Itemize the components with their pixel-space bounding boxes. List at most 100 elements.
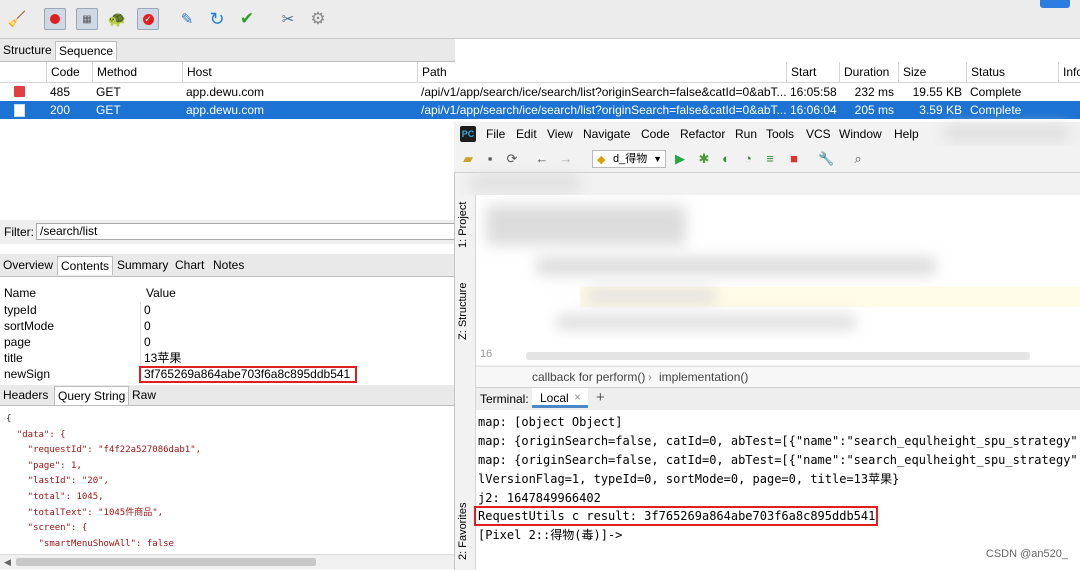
sequence-header: Code Method Host Path Start Duration Siz…	[0, 62, 1080, 83]
editor-scrollbar[interactable]	[526, 352, 1030, 360]
refresh-icon[interactable]: ↻	[206, 8, 228, 30]
forward-icon[interactable]: →	[558, 151, 574, 166]
col-path[interactable]: Path	[417, 62, 786, 82]
cell-start: 16:06:04	[790, 103, 837, 117]
menu-view[interactable]: View	[547, 127, 573, 141]
save-icon[interactable]: ▪	[482, 151, 498, 166]
profile-icon[interactable]: ◔	[740, 151, 756, 166]
menu-navigate[interactable]: Navigate	[583, 127, 630, 141]
menu-file[interactable]: File	[486, 127, 505, 141]
col-info[interactable]: Info	[1058, 62, 1080, 82]
menu-edit[interactable]: Edit	[516, 127, 537, 141]
header-name[interactable]: Name	[4, 284, 36, 302]
tab-raw[interactable]: Raw	[129, 386, 159, 404]
run-icon[interactable]: ▶	[672, 151, 688, 167]
add-terminal-icon[interactable]: +	[596, 389, 605, 406]
cell-code: 200	[50, 103, 71, 117]
cell-method: GET	[96, 103, 121, 117]
table-row[interactable]: typeId 0	[0, 302, 455, 318]
menu-run[interactable]: Run	[735, 127, 757, 141]
menu-vcs[interactable]: VCS	[806, 127, 831, 141]
wrench-icon[interactable]: 🔧	[818, 151, 834, 167]
menu-window[interactable]: Window	[839, 127, 882, 141]
breadcrumb-item[interactable]: implementation()	[659, 370, 748, 384]
broom-icon[interactable]: 🧹	[6, 8, 28, 30]
menu-refactor[interactable]: Refactor	[680, 127, 725, 141]
terminal-label: Terminal:	[480, 392, 529, 406]
terminal-line: map: [object Object]	[478, 415, 623, 429]
terminal-tab-label: Local	[540, 391, 569, 405]
param-name: typeId	[4, 303, 37, 317]
coverage-icon[interactable]: ◐	[718, 151, 734, 166]
throttle-icon[interactable]: ▦	[76, 8, 98, 30]
code-editor[interactable]: 16	[476, 195, 1080, 365]
ide-toolbar: ▰ ▪ ⟳ ← → ▶ ✱ ◐ ◔ ≡ ■ 🔧 ⌕	[454, 146, 1080, 173]
back-icon[interactable]: ←	[534, 151, 550, 166]
tab-chart[interactable]: Chart	[172, 256, 207, 274]
highlight-box	[139, 366, 357, 383]
menu-tools[interactable]: Tools	[766, 127, 794, 141]
table-row[interactable]: sortMode 0	[0, 318, 455, 334]
header-value[interactable]: Value	[146, 284, 176, 302]
debug-icon[interactable]: ✱	[696, 151, 712, 167]
check-icon[interactable]: ✔	[236, 8, 258, 30]
col-start[interactable]: Start	[786, 62, 839, 82]
project-tool-tab[interactable]: 1: Project	[457, 202, 469, 248]
cell-start: 16:05:58	[790, 85, 837, 99]
tab-query-string[interactable]: Query String	[54, 386, 130, 405]
stop-icon[interactable]: ■	[786, 151, 802, 166]
col-size[interactable]: Size	[898, 62, 966, 82]
json-line: "lastId": "20",	[6, 476, 109, 487]
concurrency-icon[interactable]: ≡	[762, 151, 778, 166]
tab-contents[interactable]: Contents	[57, 256, 114, 275]
tab-summary[interactable]: Summary	[114, 256, 171, 274]
filter-input[interactable]: /search/list	[36, 223, 456, 240]
tab-notes[interactable]: Notes	[210, 256, 247, 274]
col-status[interactable]: Status	[966, 62, 1058, 82]
sync-icon[interactable]: ⟳	[504, 151, 520, 167]
cell-status: Complete	[970, 85, 1022, 99]
table-row[interactable]: title 13苹果	[0, 350, 455, 366]
json-line: {	[6, 414, 12, 424]
table-row[interactable]: page 0	[0, 334, 455, 350]
turtle-icon[interactable]: 🐢	[106, 8, 128, 30]
tab-sequence[interactable]: Sequence	[55, 41, 118, 60]
run-config-select[interactable]: ◆ d_得物 ▼	[592, 150, 666, 168]
col-duration[interactable]: Duration	[839, 62, 898, 82]
col-host[interactable]: Host	[182, 62, 417, 82]
favorites-tool-tab[interactable]: 2: Favorites	[457, 503, 469, 560]
tools-icon[interactable]: ✂	[277, 8, 299, 30]
json-line: "data": {	[6, 429, 66, 440]
search-icon[interactable]: ⌕	[850, 151, 866, 167]
breadcrumb-item[interactable]: callback for perform()	[532, 370, 645, 384]
menu-code[interactable]: Code	[641, 127, 670, 141]
blurred-code	[556, 315, 856, 329]
settings-icon[interactable]: ⚙	[307, 8, 329, 30]
open-folder-icon[interactable]: ▰	[460, 151, 476, 167]
blurred-code	[486, 205, 686, 245]
record-icon[interactable]	[44, 8, 66, 30]
cell-duration: 232 ms	[854, 85, 894, 99]
col-code[interactable]: Code	[46, 62, 92, 82]
scroll-left-icon[interactable]: ◀	[4, 557, 11, 568]
breakpoint-icon[interactable]: ✓	[137, 8, 159, 30]
menu-help[interactable]: Help	[894, 127, 919, 141]
close-icon[interactable]: ×	[574, 390, 581, 404]
tab-structure[interactable]: Structure	[0, 41, 55, 59]
scroll-thumb[interactable]	[16, 558, 316, 566]
col-method[interactable]: Method	[92, 62, 182, 82]
pen-icon[interactable]: ✎	[176, 8, 198, 30]
tab-overview[interactable]: Overview	[0, 256, 56, 274]
terminal-tabbar: Terminal: Local × +	[476, 387, 1080, 411]
table-row[interactable]: 200 GET app.dewu.com /api/v1/app/search/…	[0, 101, 1080, 119]
terminal-output[interactable]: map: [object Object] map: {originSearch=…	[476, 410, 1080, 570]
param-name: sortMode	[4, 319, 55, 333]
tab-headers[interactable]: Headers	[0, 386, 51, 404]
structure-tool-tab[interactable]: Z: Structure	[457, 283, 469, 340]
terminal-tab-local[interactable]: Local ×	[532, 388, 588, 408]
horizontal-scrollbar[interactable]: ◀	[0, 554, 455, 569]
filter-label: Filter:	[4, 225, 34, 239]
blurred-tabs	[470, 176, 580, 190]
table-row[interactable]: 485 GET app.dewu.com /api/v1/app/search/…	[0, 83, 1080, 101]
watermark: CSDN @an520_	[985, 548, 1068, 560]
